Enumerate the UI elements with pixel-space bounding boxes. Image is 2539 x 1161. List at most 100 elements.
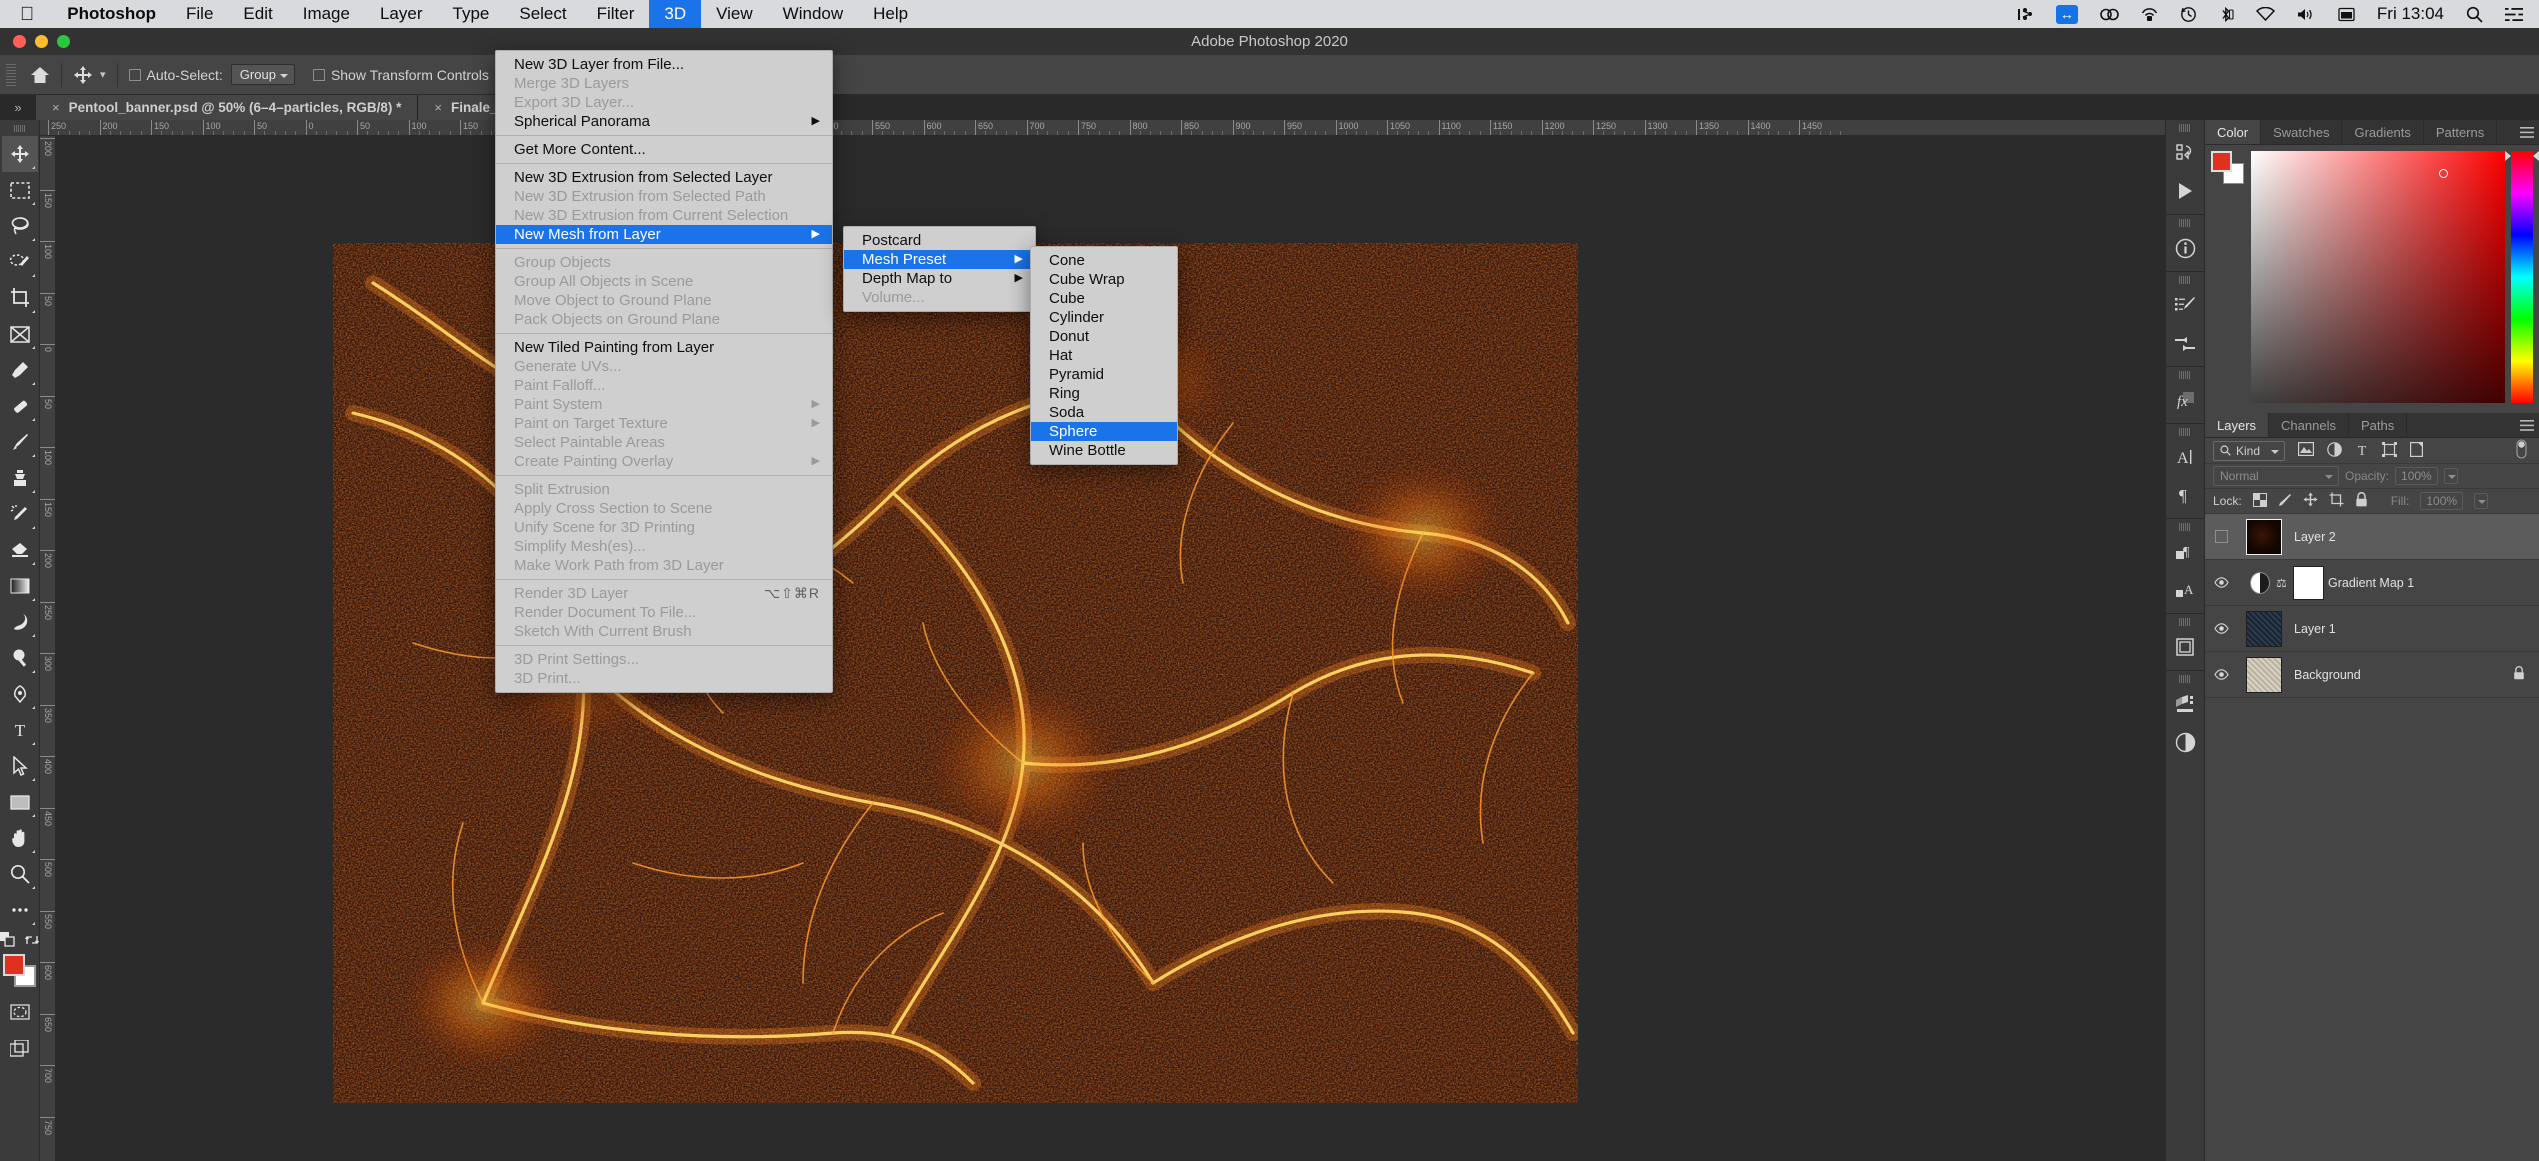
character-icon[interactable]: A — [2165, 438, 2205, 476]
foreground-color-swatch[interactable] — [2, 954, 25, 976]
menu-mesh-preset-submenu[interactable]: Cone Cube Wrap Cube Cylinder Donut Hat Pyramid… — [1030, 246, 1178, 465]
volume-icon[interactable] — [2297, 7, 2316, 22]
layer-thumbnail[interactable]: ⚖ — [2238, 565, 2324, 600]
clock-label[interactable]: Fri 13:04 — [2377, 4, 2444, 24]
tool-quick-selection[interactable] — [2, 244, 38, 280]
history-icon[interactable] — [2165, 134, 2205, 172]
layer-row[interactable]: Background — [2205, 652, 2539, 698]
menu-item-get-more-content[interactable]: Get More Content... — [496, 140, 832, 159]
tool-clone-stamp[interactable] — [2, 460, 38, 496]
teamviewer-icon[interactable]: ↔ — [2055, 4, 2078, 24]
menubar-item-select[interactable]: Select — [504, 0, 581, 28]
filter-kind-dropdown[interactable]: Kind — [2213, 440, 2285, 461]
tab-paths[interactable]: Paths — [2348, 413, 2408, 437]
tool-type[interactable]: T — [2, 712, 38, 748]
time-machine-icon[interactable] — [2180, 6, 2197, 23]
paragraph-styles-icon[interactable]: ¶ — [2165, 533, 2205, 571]
minimize-button[interactable] — [35, 35, 48, 48]
3d-icon[interactable] — [2165, 685, 2205, 723]
menubar-item-window[interactable]: Window — [768, 0, 858, 28]
layer-styles-fx-icon[interactable]: fx — [2165, 381, 2205, 419]
layer-thumbnail[interactable] — [2238, 610, 2290, 647]
close-tab-icon[interactable]: × — [52, 100, 60, 115]
menu-item-cone[interactable]: Cone — [1031, 251, 1177, 270]
filter-type-icon[interactable]: T — [2355, 442, 2369, 460]
bluetooth-icon[interactable] — [2219, 6, 2234, 23]
layer-row[interactable]: ⚖ Gradient Map 1 — [2205, 560, 2539, 606]
tool-rectangle[interactable] — [2, 784, 38, 820]
menubar-item-file[interactable]: File — [171, 0, 228, 28]
menu-item-hat[interactable]: Hat — [1031, 346, 1177, 365]
tool-history-brush[interactable] — [2, 496, 38, 532]
tool-spot-healing-brush[interactable] — [2, 388, 38, 424]
panel-foreground-color-swatch[interactable] — [2211, 151, 2232, 172]
auto-select-group-dropdown[interactable]: Group — [230, 64, 295, 85]
menubar-item-photoshop[interactable]: Photoshop — [52, 0, 171, 28]
calendar-icon[interactable] — [2338, 7, 2355, 22]
blend-mode-dropdown[interactable]: Normal — [2213, 466, 2339, 486]
menu-item-new-mesh-from-layer[interactable]: New Mesh from Layer ▶ — [496, 225, 832, 244]
layer-mask-thumbnail[interactable] — [2292, 565, 2324, 600]
dock-grip[interactable] — [2179, 428, 2191, 436]
menu-item-postcard[interactable]: Postcard — [844, 231, 1035, 250]
lock-all-icon[interactable] — [2355, 491, 2368, 510]
layer-visibility-toggle[interactable] — [2205, 530, 2238, 543]
tool-blur[interactable] — [2, 640, 38, 676]
collapse-panels-icon[interactable]: » — [0, 95, 36, 120]
horizontal-ruler[interactable]: 2502001501005005010015020025030035040045… — [40, 120, 2165, 136]
move-tool-icon[interactable] — [73, 65, 93, 85]
tool-eraser[interactable] — [2, 532, 38, 568]
menu-new-mesh-from-layer-submenu[interactable]: Postcard Mesh Preset ▶ Depth Map to ▶ Volume.… — [843, 226, 1036, 312]
menubar-item-layer[interactable]: Layer — [365, 0, 438, 28]
link-icon[interactable]: ⚖ — [2272, 576, 2291, 590]
close-button[interactable] — [13, 35, 26, 48]
brush-presets-icon[interactable] — [2165, 324, 2205, 362]
tool-path-selection[interactable] — [2, 748, 38, 784]
control-center-icon[interactable] — [2505, 6, 2523, 22]
tab-layers[interactable]: Layers — [2205, 413, 2270, 437]
tool-eyedropper[interactable] — [2, 352, 38, 388]
menubar-item-type[interactable]: Type — [438, 0, 505, 28]
tool-brush[interactable] — [2, 424, 38, 460]
screen-mode-toggle[interactable] — [2, 1030, 38, 1066]
opacity-stepper[interactable] — [2443, 468, 2458, 484]
menubar-item-edit[interactable]: Edit — [228, 0, 287, 28]
filter-smart-object-icon[interactable] — [2410, 441, 2424, 460]
menu-item-new-3d-extrusion-from-selected-layer[interactable]: New 3D Extrusion from Selected Layer — [496, 168, 832, 187]
tool-gradient[interactable] — [2, 568, 38, 604]
adjustments-icon[interactable] — [2165, 723, 2205, 761]
tool-crop[interactable] — [2, 280, 38, 316]
menu-item-sphere[interactable]: Sphere — [1031, 422, 1177, 441]
lock-transparent-pixels-icon[interactable] — [2252, 492, 2267, 510]
layer-visibility-toggle[interactable] — [2205, 577, 2238, 588]
creative-cloud-icon[interactable] — [2100, 7, 2119, 22]
dock-grip[interactable] — [2179, 219, 2191, 227]
menu-item-depth-map-to[interactable]: Depth Map to ▶ — [844, 269, 1035, 288]
show-transform-controls-checkbox[interactable] — [312, 68, 325, 81]
layer-row[interactable]: Layer 2 — [2205, 514, 2539, 560]
layer-thumbnail[interactable] — [2238, 518, 2290, 555]
tool-lasso[interactable] — [2, 208, 38, 244]
tab-color[interactable]: Color — [2205, 120, 2262, 144]
filter-shape-icon[interactable] — [2382, 441, 2397, 460]
home-icon[interactable] — [30, 66, 50, 84]
filter-adjustment-icon[interactable] — [2327, 441, 2342, 460]
tool-frame[interactable] — [2, 316, 38, 352]
panel-menu-icon[interactable] — [2515, 413, 2539, 437]
zoom-button[interactable] — [57, 35, 70, 48]
tool-dodge[interactable] — [2, 604, 38, 640]
tool-hand[interactable] — [2, 820, 38, 856]
layer-row[interactable]: Layer 1 — [2205, 606, 2539, 652]
dock-grip[interactable] — [2179, 371, 2191, 379]
vertical-ruler[interactable]: 200 150 100 50 0 50 100 150 200 250 300 350 400 450 50… — [40, 136, 56, 1161]
tab-swatches[interactable]: Swatches — [2261, 120, 2343, 144]
auto-select-checkbox[interactable] — [128, 68, 141, 81]
menu-item-new-tiled-painting-from-layer[interactable]: New Tiled Painting from Layer — [496, 338, 832, 357]
layer-visibility-toggle[interactable] — [2205, 669, 2238, 680]
dock-grip[interactable] — [2179, 124, 2191, 132]
menubar-item-image[interactable]: Image — [288, 0, 365, 28]
menu-item-cylinder[interactable]: Cylinder — [1031, 308, 1177, 327]
dock-grip[interactable] — [2179, 618, 2191, 626]
dock-grip[interactable] — [2179, 276, 2191, 284]
tab-gradients[interactable]: Gradients — [2342, 120, 2424, 144]
